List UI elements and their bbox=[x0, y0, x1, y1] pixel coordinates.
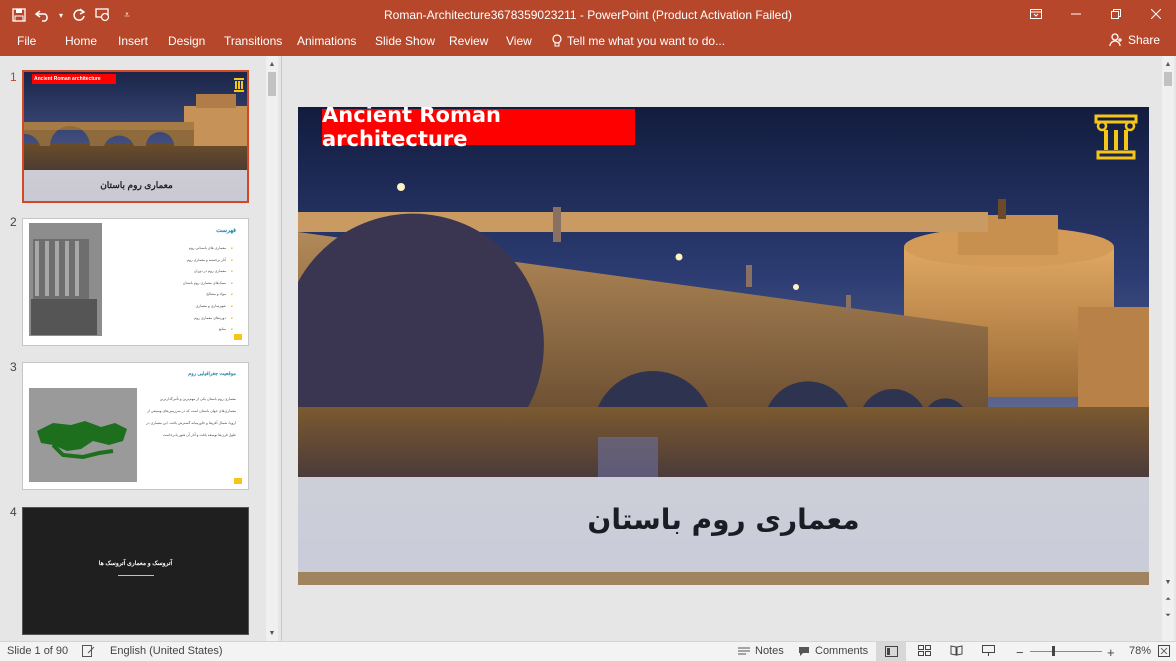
title-bar: ▾ ⩡ Roman-Architecture3678359023211 - Po… bbox=[0, 0, 1176, 30]
zoom-out-button[interactable]: − bbox=[1016, 645, 1024, 660]
minimize-icon[interactable] bbox=[1056, 0, 1096, 28]
list-item: سبک‌های معماری روم باستان bbox=[182, 280, 226, 285]
quick-access-toolbar: ▾ ⩡ bbox=[8, 4, 138, 26]
ribbon-tabs: File Home Insert Design Transitions Anim… bbox=[0, 30, 1176, 56]
status-bar: Slide 1 of 90 English (United States) No… bbox=[0, 641, 1176, 661]
title-banner[interactable]: Ancient Roman architecture bbox=[322, 107, 635, 151]
scroll-up-arrow[interactable]: ▲ bbox=[266, 58, 278, 70]
comments-label: Comments bbox=[815, 645, 869, 657]
save-icon[interactable] bbox=[8, 4, 30, 26]
thumbnail-subtitle: معماری روم باستان bbox=[100, 180, 173, 190]
thumbnail-number: 2 bbox=[10, 215, 17, 229]
thumbnail-scrollbar[interactable]: ▲ ▼ bbox=[266, 56, 278, 641]
slide-thumbnail-pane[interactable]: 1 Ancient Roman architecture معماری روم … bbox=[0, 56, 282, 641]
scroll-up-arrow[interactable]: ▲ bbox=[1162, 58, 1174, 70]
fit-to-window-icon bbox=[1158, 645, 1170, 657]
tab-slide-show[interactable]: Slide Show bbox=[375, 34, 435, 48]
list-item: مواد و مصالح bbox=[206, 292, 226, 297]
tab-review[interactable]: Review bbox=[449, 34, 488, 48]
notes-icon bbox=[738, 647, 750, 655]
title-underline bbox=[118, 575, 154, 576]
window-controls bbox=[1016, 0, 1176, 28]
thumbnail-heading: فهرست bbox=[216, 228, 236, 234]
scroll-thumb[interactable] bbox=[1164, 72, 1172, 86]
notes-label: Notes bbox=[755, 645, 784, 657]
comment-icon bbox=[799, 646, 809, 656]
tab-file[interactable]: File bbox=[17, 34, 36, 48]
slide-sorter-icon bbox=[918, 645, 931, 656]
chevron-down-icon[interactable]: ▾ bbox=[56, 4, 66, 26]
fit-slide-button[interactable] bbox=[1158, 645, 1170, 657]
slide-thumbnail-1[interactable]: Ancient Roman architecture معماری روم با… bbox=[22, 70, 249, 203]
thumbnail-title: آتروسک و معماری آتروسک ها bbox=[98, 561, 173, 567]
slide-thumbnail-3[interactable]: موقعیت جغرافیایی روم معماری روم باستان ی… bbox=[22, 362, 249, 490]
slideshow-icon bbox=[982, 645, 995, 656]
list-item: معماری های باستانی روم bbox=[188, 246, 226, 250]
language-indicator[interactable]: English (United States) bbox=[110, 645, 223, 657]
thumbnail-paragraph: معماری روم باستان یکی از مهم‌ترین و تأثی… bbox=[146, 397, 236, 437]
present-from-start-icon[interactable] bbox=[92, 4, 114, 26]
tab-animations[interactable]: Animations bbox=[297, 34, 356, 48]
list-item: دوره‌های معماری روم bbox=[194, 315, 226, 320]
list-item: شهرسازی و معماری bbox=[195, 303, 226, 308]
tell-me-label: Tell me what you want to do... bbox=[567, 34, 726, 48]
slide-thumbnail-4[interactable]: آتروسک و معماری آتروسک ها bbox=[22, 507, 249, 635]
slideshow-button[interactable] bbox=[982, 645, 995, 657]
person-icon bbox=[1109, 33, 1122, 47]
reading-view-icon bbox=[950, 645, 963, 656]
slide-title: Ancient Roman architecture bbox=[322, 107, 501, 151]
lightbulb-icon bbox=[552, 34, 562, 47]
tab-home[interactable]: Home bbox=[65, 34, 97, 48]
thumbnail-number: 3 bbox=[10, 360, 17, 374]
thumbnail-heading: موقعیت جغرافیایی روم bbox=[188, 371, 236, 377]
previous-slide-icon[interactable]: ⏶ bbox=[1162, 594, 1174, 606]
next-slide-icon[interactable]: ⏷ bbox=[1162, 610, 1174, 622]
list-item: منابع bbox=[218, 327, 226, 332]
slide-subtitle: معماری روم باستان bbox=[587, 503, 860, 536]
customize-qat-icon[interactable]: ⩡ bbox=[116, 4, 138, 26]
share-label: Share bbox=[1127, 33, 1160, 47]
undo-icon[interactable] bbox=[32, 4, 54, 26]
ribbon-display-options-icon[interactable] bbox=[1016, 0, 1056, 28]
thumbnail-number: 4 bbox=[10, 505, 17, 519]
spell-check-icon[interactable] bbox=[82, 645, 95, 657]
restore-icon[interactable] bbox=[1096, 0, 1136, 28]
thumbnail-list: معماری های باستانی روم آثار برجسته و معم… bbox=[116, 243, 226, 336]
tab-transitions[interactable]: Transitions bbox=[224, 34, 282, 48]
slide-scrollbar[interactable]: ▲ ▼ ⏶ ⏷ bbox=[1162, 56, 1174, 641]
close-icon[interactable] bbox=[1136, 0, 1176, 28]
reading-view-button[interactable] bbox=[950, 645, 963, 656]
slide-thumbnail-2[interactable]: فهرست معماری های باستانی روم آثار برجسته… bbox=[22, 218, 249, 346]
thumbnail-number: 1 bbox=[10, 70, 17, 84]
normal-view-icon bbox=[884, 646, 898, 657]
zoom-slider[interactable] bbox=[1030, 651, 1102, 652]
zoom-level[interactable]: 78% bbox=[1129, 645, 1151, 657]
tab-view[interactable]: View bbox=[506, 34, 532, 48]
zoom-slider-thumb[interactable] bbox=[1052, 646, 1055, 656]
comments-button[interactable]: Comments bbox=[798, 645, 868, 657]
current-slide[interactable]: Ancient Roman architecture معماری روم با… bbox=[298, 107, 1149, 585]
tab-insert[interactable]: Insert bbox=[118, 34, 148, 48]
tab-design[interactable]: Design bbox=[168, 34, 205, 48]
roman-column-icon bbox=[1094, 114, 1138, 160]
scroll-thumb[interactable] bbox=[268, 72, 276, 96]
subtitle-box[interactable]: معماری روم باستان bbox=[298, 503, 1149, 536]
list-item: معماری روم در دوران bbox=[193, 269, 226, 274]
scroll-down-arrow[interactable]: ▼ bbox=[266, 627, 278, 639]
notes-button[interactable]: Notes bbox=[738, 645, 784, 657]
window-title: Roman-Architecture3678359023211 - PowerP… bbox=[384, 8, 792, 22]
thumbnail-title: Ancient Roman architecture bbox=[34, 76, 101, 82]
scroll-down-arrow[interactable]: ▼ bbox=[1162, 576, 1174, 588]
slide-counter[interactable]: Slide 1 of 90 bbox=[7, 645, 68, 657]
bullet-markers: ■ ■ ■ ■ ■ ■ ■ ■ bbox=[231, 246, 233, 332]
slide-sorter-button[interactable] bbox=[918, 645, 931, 656]
list-item: آثار برجسته و معماری روم bbox=[186, 257, 226, 262]
share-button[interactable]: Share bbox=[1109, 33, 1160, 47]
repeat-icon[interactable] bbox=[68, 4, 90, 26]
tell-me-box[interactable]: Tell me what you want to do... bbox=[552, 34, 725, 48]
zoom-in-button[interactable]: + bbox=[1107, 645, 1115, 660]
normal-view-button[interactable] bbox=[876, 642, 906, 661]
